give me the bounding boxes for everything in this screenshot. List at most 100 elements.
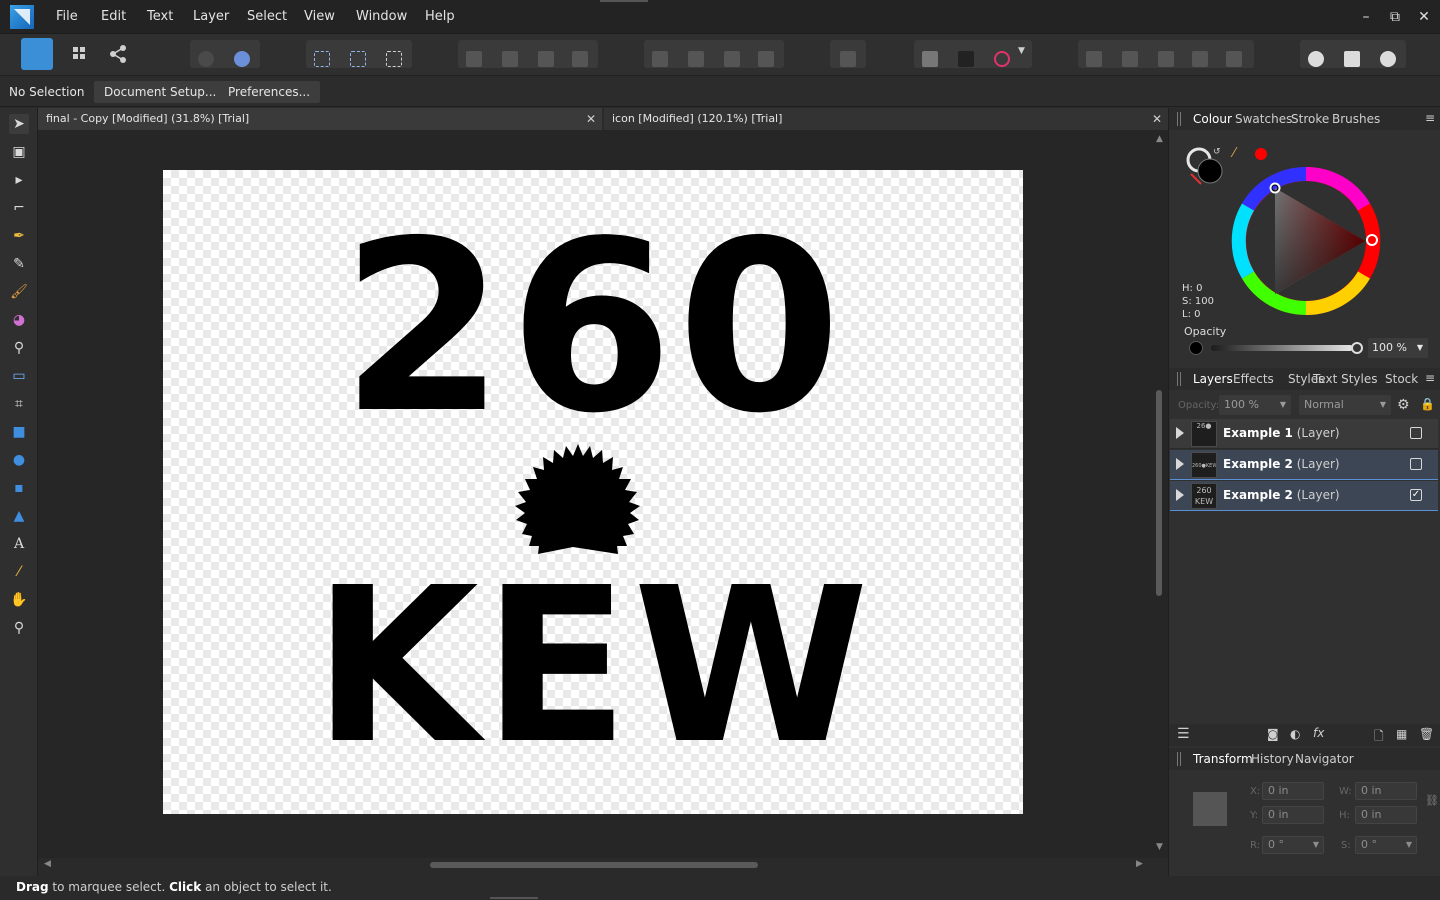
crop-tool-icon[interactable]: ⌗ (9, 394, 29, 414)
insert-behind-icon[interactable] (1344, 51, 1360, 67)
artboard[interactable]: 260 KEW (163, 170, 1023, 814)
w-input[interactable]: 0 in (1355, 782, 1417, 800)
opacity-slider[interactable] (1211, 345, 1353, 351)
assistant-icon[interactable] (198, 51, 214, 67)
scroll-left-icon[interactable]: ◀ (44, 859, 51, 869)
document-setup-button[interactable]: Document Setup... (94, 81, 227, 103)
select-all-icon[interactable] (314, 51, 330, 67)
opacity-input[interactable]: 100 % ▼ (1368, 338, 1428, 358)
chevron-down-icon[interactable]: ▼ (1380, 395, 1386, 415)
arrange-backward-icon[interactable] (502, 51, 518, 67)
ellipse-tool-icon[interactable]: ● (9, 450, 29, 470)
menu-select[interactable]: Select (247, 9, 287, 24)
align-icon[interactable] (840, 51, 856, 67)
tab-text-styles[interactable]: Text Styles (1313, 372, 1377, 386)
visibility-checkbox[interactable] (1410, 458, 1422, 470)
opacity-slider-handle[interactable] (1351, 342, 1363, 354)
panel-menu-icon[interactable]: ≡ (1425, 111, 1435, 125)
menu-layer[interactable]: Layer (193, 9, 229, 24)
rotate-left-icon[interactable] (724, 51, 740, 67)
visibility-checkbox[interactable]: ✓ (1410, 489, 1422, 501)
canvas-area[interactable]: 260 KEW ▲ ▼ ◀ ▶ (38, 130, 1168, 869)
tab-final-copy[interactable]: final - Copy [Modified] (31.8%) [Trial] … (38, 108, 602, 130)
flip-horizontal-icon[interactable] (652, 51, 668, 67)
expand-arrow-icon[interactable] (1176, 489, 1184, 501)
divide-icon[interactable] (1226, 51, 1242, 67)
close-icon[interactable]: ✕ (1152, 108, 1162, 130)
tab-layers[interactable]: Layers (1193, 372, 1233, 386)
menu-help[interactable]: Help (425, 9, 455, 24)
layer-row[interactable]: 260 KEW Example 2 (Layer) ✓ (1170, 481, 1438, 511)
rounded-rectangle-tool-icon[interactable]: ▪ (9, 478, 29, 498)
flip-vertical-icon[interactable] (688, 51, 704, 67)
expand-arrow-icon[interactable] (1176, 427, 1184, 439)
chevron-down-icon[interactable]: ▼ (1280, 395, 1286, 415)
tab-stroke[interactable]: Stroke (1291, 112, 1329, 126)
subtract-icon[interactable] (1122, 51, 1138, 67)
panel-grip-icon[interactable] (1177, 112, 1181, 126)
chevron-down-icon[interactable]: ▼ (1406, 837, 1412, 853)
minimize-button[interactable]: – (1357, 8, 1375, 26)
scroll-right-icon[interactable]: ▶ (1136, 859, 1143, 869)
x-input[interactable]: 0 in (1262, 782, 1324, 800)
transparency-tool-icon[interactable]: ⚲ (9, 338, 29, 358)
export-persona-icon[interactable] (104, 40, 134, 68)
adjustment-icon[interactable]: ◐ (1290, 727, 1300, 741)
rectangle-tool-icon[interactable]: ■ (9, 422, 29, 442)
chevron-down-icon[interactable]: ▼ (1417, 338, 1423, 358)
artwork-number-text[interactable]: 260 (163, 210, 1023, 446)
arrange-back-icon[interactable] (466, 51, 482, 67)
colour-wheel[interactable] (1229, 164, 1383, 318)
starburst-shape[interactable] (513, 442, 643, 554)
pixel-persona-icon[interactable] (66, 40, 96, 68)
tab-transform[interactable]: Transform (1193, 752, 1253, 766)
link-icon[interactable]: ⛓ (1425, 794, 1439, 807)
scroll-up-icon[interactable]: ▲ (1156, 134, 1163, 144)
pencil-tool-icon[interactable]: ✎ (9, 254, 29, 274)
tab-swatches[interactable]: Swatches (1235, 112, 1292, 126)
delete-icon[interactable]: 🗑 (1419, 727, 1434, 741)
scroll-down-icon[interactable]: ▼ (1156, 842, 1163, 852)
menu-text[interactable]: Text (147, 9, 173, 24)
snapping-icon[interactable] (234, 51, 250, 67)
tab-effects[interactable]: Effects (1233, 372, 1274, 386)
menu-window[interactable]: Window (356, 9, 407, 24)
corner-tool-icon[interactable]: ⌐ (9, 198, 29, 218)
h-input[interactable]: 0 in (1355, 806, 1417, 824)
artwork-word-text[interactable]: KEW (163, 560, 1023, 774)
y-input[interactable]: 0 in (1262, 806, 1324, 824)
fx-icon[interactable]: fx (1313, 726, 1324, 740)
shear-input[interactable]: 0 ° ▼ (1355, 836, 1417, 854)
panel-grip-icon[interactable] (1177, 752, 1181, 766)
panel-menu-icon[interactable]: ≡ (1425, 371, 1435, 385)
fill-stroke-swatch[interactable]: ↺ (1183, 144, 1231, 188)
rotate-right-icon[interactable] (758, 51, 774, 67)
layers-stack-icon[interactable]: ☰ (1177, 726, 1195, 742)
magnet-icon[interactable] (994, 51, 1010, 67)
rotation-input[interactable]: 0 ° ▼ (1262, 836, 1324, 854)
fill-tool-icon[interactable]: ◕ (9, 310, 29, 330)
lock-icon[interactable]: 🔒 (1420, 397, 1435, 411)
grid-icon[interactable] (922, 51, 938, 67)
insert-front-icon[interactable] (1380, 51, 1396, 67)
horizontal-scrollbar[interactable] (430, 862, 758, 868)
add-layer-icon[interactable]: 🗋 (1374, 727, 1384, 748)
mask-icon[interactable]: ◙ (1267, 727, 1279, 741)
close-window-button[interactable]: ✕ (1415, 8, 1433, 26)
hand-tool-icon[interactable]: ✋ (9, 590, 29, 610)
tab-navigator[interactable]: Navigator (1295, 752, 1354, 766)
layer-row[interactable]: 26● Example 1 (Layer) (1170, 419, 1438, 449)
menu-file[interactable]: File (56, 9, 78, 24)
select-none-icon[interactable] (386, 51, 402, 67)
node-tool-icon[interactable]: ▸ (9, 170, 29, 190)
tab-icon[interactable]: icon [Modified] (120.1%) [Trial] ✕ (604, 108, 1168, 130)
vector-brush-tool-icon[interactable]: 🖌 (9, 282, 29, 302)
arrange-forward-icon[interactable] (538, 51, 554, 67)
intersect-icon[interactable] (1158, 51, 1174, 67)
visibility-checkbox[interactable] (1410, 427, 1422, 439)
designer-persona-icon[interactable] (21, 38, 53, 70)
panel-grip-icon[interactable] (1177, 372, 1181, 386)
tab-stock[interactable]: Stock (1385, 372, 1418, 386)
vertical-scrollbar[interactable] (1156, 390, 1162, 596)
select-inverse-icon[interactable] (350, 51, 366, 67)
